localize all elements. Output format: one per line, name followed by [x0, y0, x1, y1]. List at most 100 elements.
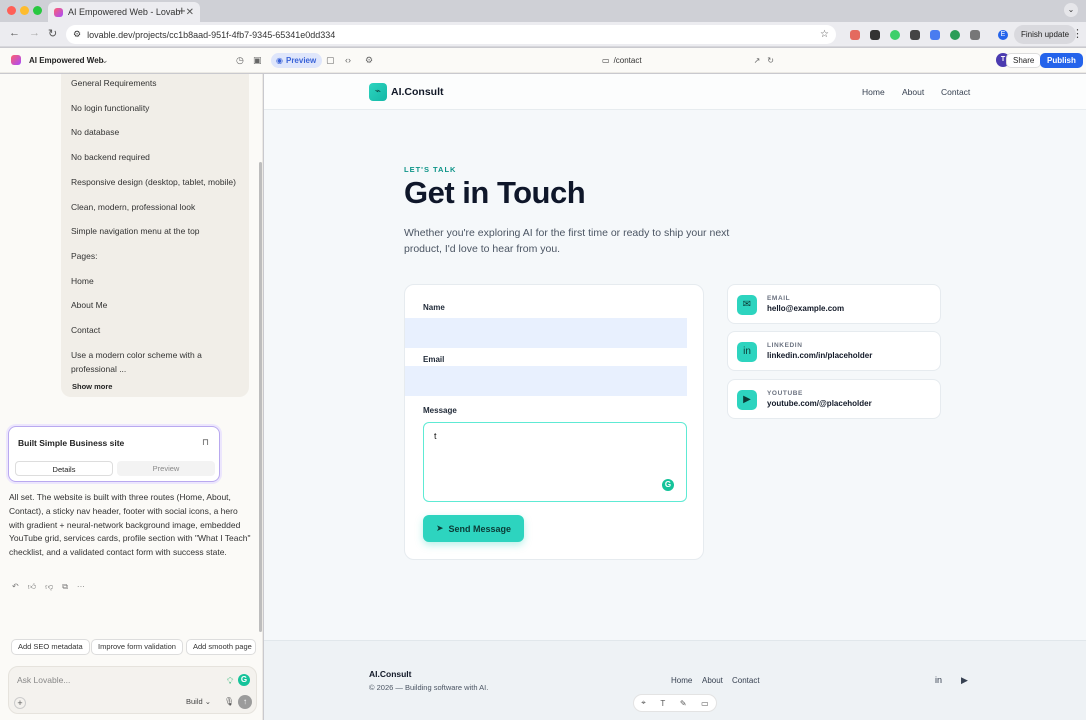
code-icon[interactable]: ‹›	[345, 55, 351, 65]
contact-form: Name Email Message t G ➤ Send Message	[404, 284, 704, 560]
footer-home-link[interactable]: Home	[671, 676, 692, 685]
extension-icon[interactable]	[850, 30, 860, 40]
route-text: /contact	[613, 56, 642, 65]
name-label: Name	[423, 303, 445, 312]
bookmark-star-icon[interactable]: ☆	[820, 29, 829, 40]
contact-key: EMAIL	[767, 295, 791, 302]
build-card[interactable]: Built Simple Business site ⊓ Details Pre…	[8, 426, 220, 482]
back-icon[interactable]: ←	[9, 27, 20, 39]
browser-menu-icon[interactable]: ⋮	[1072, 27, 1083, 40]
publish-button[interactable]: Publish	[1040, 53, 1083, 68]
zoom-window-button[interactable]	[33, 6, 42, 15]
minimize-window-button[interactable]	[20, 6, 29, 15]
undo-icon[interactable]: ↶	[12, 582, 19, 592]
extension-icon[interactable]	[890, 30, 900, 40]
cloud-icon[interactable]: ▢	[326, 55, 335, 66]
extension-icon[interactable]	[910, 30, 920, 40]
details-tab[interactable]: Details	[15, 461, 113, 476]
extension-icon[interactable]	[930, 30, 940, 40]
site-brand[interactable]: AI.Consult	[391, 86, 444, 98]
share-button[interactable]: Share	[1006, 53, 1042, 68]
lovable-logo-icon[interactable]	[11, 55, 21, 65]
send-message-label: Send Message	[448, 523, 512, 534]
email-field[interactable]	[405, 366, 687, 396]
preview-tab[interactable]: ◉ Preview	[271, 53, 323, 68]
edit-toolbar: ⌖ T ✎ ▭	[633, 694, 717, 712]
build-mode-label: Build	[186, 697, 203, 706]
nav-home-link[interactable]: Home	[862, 87, 885, 97]
route-bar[interactable]: ▭ /contact ↗ ↻	[602, 54, 774, 67]
nav-about-link[interactable]: About	[902, 87, 924, 97]
add-attachment-button[interactable]: +	[14, 697, 26, 709]
extension-icon[interactable]	[870, 30, 880, 40]
nav-contact-link[interactable]: Contact	[941, 87, 970, 97]
thumbs-down-icon[interactable]: 👎︎	[45, 582, 53, 592]
email-contact-card[interactable]: ✉ EMAIL hello@example.com	[727, 284, 941, 324]
email-label: Email	[423, 355, 445, 364]
grammarly-icon[interactable]: G	[238, 674, 250, 686]
new-tab-button[interactable]: +	[178, 3, 186, 18]
suggestion-chip[interactable]: Add SEO metadata	[11, 639, 90, 655]
requirement-item: General Requirements	[71, 78, 157, 88]
grammarly-icon[interactable]: G	[662, 479, 674, 491]
forward-icon[interactable]: →	[29, 27, 40, 39]
copy-icon[interactable]: ⧉	[62, 582, 68, 592]
show-more-button[interactable]: Show more	[72, 382, 112, 391]
footer-contact-link[interactable]: Contact	[732, 676, 760, 685]
comment-tool-icon[interactable]: ▭	[701, 699, 709, 708]
send-message-button[interactable]: ➤ Send Message	[423, 515, 524, 542]
page-lead: Whether you're exploring AI for the firs…	[404, 227, 730, 255]
send-button[interactable]: ↑	[238, 695, 252, 709]
page-title: Get in Touch	[404, 175, 586, 210]
linkedin-icon[interactable]: in	[935, 675, 942, 685]
footer-about-link[interactable]: About	[702, 676, 723, 685]
draw-tool-icon[interactable]: ✎	[680, 699, 687, 708]
contact-value: hello@example.com	[767, 304, 845, 313]
more-icon[interactable]: ···	[77, 582, 85, 592]
site-logo-icon[interactable]: ⌁	[369, 83, 387, 101]
suggestion-chip[interactable]: Add smooth page	[186, 639, 256, 655]
contact-value: youtube.com/@placeholder	[767, 399, 872, 408]
build-card-title: Built Simple Business site	[18, 438, 125, 448]
site-footer: AI.Consult © 2026 — Building software wi…	[264, 640, 1086, 720]
requirement-item: Contact	[71, 325, 101, 335]
extensions-puzzle-icon[interactable]	[970, 30, 980, 40]
chevron-down-icon[interactable]: ⌄	[101, 55, 109, 66]
youtube-icon[interactable]: ▶	[961, 675, 968, 686]
close-window-button[interactable]	[7, 6, 16, 15]
finish-update-button[interactable]: Finish update	[1014, 25, 1077, 44]
site-settings-icon[interactable]: ⚙	[73, 29, 81, 40]
youtube-icon: ▶	[737, 390, 757, 410]
monitor-icon: ▭	[602, 56, 610, 65]
open-external-icon[interactable]: ↗	[754, 56, 761, 65]
build-mode-select[interactable]: Build ⌄	[186, 697, 211, 706]
youtube-contact-card[interactable]: ▶ YOUTUBE youtube.com/@placeholder	[727, 379, 941, 419]
profile-avatar[interactable]: E	[998, 30, 1008, 40]
refresh-icon[interactable]: ↻	[767, 56, 774, 65]
close-tab-icon[interactable]: ✕	[186, 7, 194, 18]
suggestion-chip[interactable]: Improve form validation	[91, 639, 183, 655]
linkedin-contact-card[interactable]: in LINKEDIN linkedin.com/in/placeholder	[727, 331, 941, 371]
reload-icon[interactable]: ↻	[48, 27, 57, 40]
thumbs-up-icon[interactable]: 👍︎	[28, 582, 36, 592]
lightbulb-icon[interactable]: 💡︎	[227, 676, 233, 687]
browser-tabstrip: AI Empowered Web - Lovable ✕ + ⌄	[0, 0, 1086, 22]
text-tool-icon[interactable]: T	[660, 699, 665, 708]
bookmark-icon[interactable]: ⊓	[202, 437, 209, 448]
settings-icon[interactable]: ⚙	[365, 55, 373, 66]
sidebar-toggle-icon[interactable]: ▣	[253, 55, 262, 66]
chat-input[interactable]: Ask Lovable... 💡︎ G + Build ⌄ 🎙︎ ↑	[8, 666, 257, 714]
requirement-item: Pages:	[71, 251, 98, 261]
preview-card-tab[interactable]: Preview	[117, 461, 215, 476]
chat-input-placeholder: Ask Lovable...	[17, 675, 71, 685]
name-field[interactable]	[405, 318, 687, 348]
address-bar[interactable]: ⚙ lovable.dev/projects/cc1b8aad-951f-4fb…	[66, 25, 836, 44]
microphone-icon[interactable]: 🎙︎	[224, 697, 234, 706]
history-icon[interactable]: ◷	[236, 55, 244, 66]
select-element-icon[interactable]: ⌖	[641, 698, 646, 708]
message-field[interactable]: t G	[423, 422, 687, 502]
extension-icon[interactable]	[950, 30, 960, 40]
tab-search-icon[interactable]: ⌄	[1064, 3, 1078, 17]
chat-scrollbar[interactable]	[259, 162, 262, 632]
project-name[interactable]: AI Empowered Web	[29, 56, 104, 65]
